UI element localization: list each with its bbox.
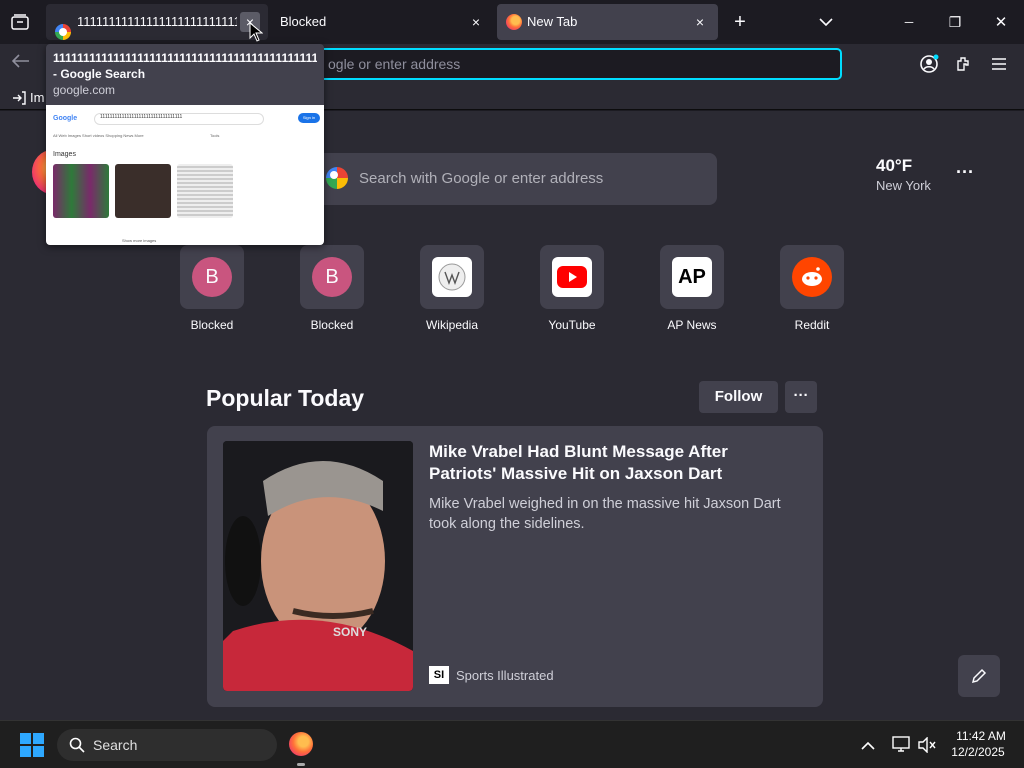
story-card[interactable]: SONY Mike Vrabel Had Blunt Message After… xyxy=(207,426,823,707)
clock-date[interactable]: 12/2/2025 xyxy=(947,745,1009,759)
pencil-icon xyxy=(971,668,987,684)
shortcut-label: AP News xyxy=(667,318,717,332)
preview-image-2 xyxy=(115,164,171,218)
section-heading: Popular Today xyxy=(206,385,365,411)
chevron-up-icon[interactable] xyxy=(861,737,875,755)
blocked-site-icon: B xyxy=(192,257,232,297)
tab-hover-preview: 1111111111111111111111111111111111111111… xyxy=(46,44,324,245)
shortcut-tile-wikipedia[interactable] xyxy=(420,245,484,309)
menu-icon[interactable] xyxy=(991,57,1007,71)
clock-time[interactable]: 11:42 AM xyxy=(955,729,1007,743)
import-bookmarks-label: Im xyxy=(30,90,45,105)
shortcut-label: Reddit xyxy=(794,318,830,332)
shortcut-label: Blocked xyxy=(310,318,354,332)
tab-google-search[interactable]: 1111111111111111111111111111111111 × xyxy=(46,4,268,40)
section-menu-button[interactable]: ··· xyxy=(785,381,817,413)
preview-url: google.com xyxy=(53,83,116,97)
shortcut-tile-youtube[interactable] xyxy=(540,245,604,309)
story-source: Sports Illustrated xyxy=(456,668,554,683)
preview-image-1 xyxy=(53,164,109,218)
close-tab-icon[interactable]: × xyxy=(466,12,486,32)
address-bar[interactable]: ogle or enter address xyxy=(300,48,842,80)
preview-tools: Tools xyxy=(210,133,220,138)
preview-title: 1111111111111111111111111111111111111111… xyxy=(53,51,317,65)
list-all-tabs-button[interactable] xyxy=(812,8,840,36)
active-app-indicator xyxy=(297,763,305,766)
story-title[interactable]: Mike Vrabel Had Blunt Message After Patr… xyxy=(429,441,799,485)
blocked-site-icon: B xyxy=(312,257,352,297)
windows-taskbar: Search 11:42 AM 12/2/2025 xyxy=(0,720,1024,768)
story-source-logo: SI xyxy=(429,666,449,684)
maximize-button[interactable]: ❐ xyxy=(941,8,969,36)
reddit-icon xyxy=(792,257,832,297)
tab-strip: 1111111111111111111111111111111111 × Blo… xyxy=(0,0,1024,44)
mouse-cursor-icon xyxy=(249,22,263,42)
taskbar-search-placeholder: Search xyxy=(93,737,138,753)
shortcut-tile-reddit[interactable] xyxy=(780,245,844,309)
search-icon xyxy=(69,737,85,753)
tab-blocked[interactable]: Blocked × xyxy=(270,4,494,40)
preview-image-3 xyxy=(177,164,233,218)
network-icon[interactable] xyxy=(892,736,910,757)
preview-thumbnail: Google 111111111111111111111111111111111… xyxy=(46,105,324,245)
shortcut-tile-ap-news[interactable]: AP xyxy=(660,245,724,309)
google-icon xyxy=(326,167,348,189)
shortcut-tile-blocked[interactable]: B xyxy=(180,245,244,309)
preview-title-continued: - Google Search xyxy=(53,67,146,81)
weather-temperature: 40°F xyxy=(876,156,913,175)
back-button[interactable] xyxy=(11,54,36,76)
youtube-icon xyxy=(552,257,592,297)
firefox-view-icon[interactable] xyxy=(8,10,32,34)
story-image: SONY xyxy=(223,441,413,691)
story-excerpt: Mike Vrabel weighed in on the massive hi… xyxy=(429,496,781,532)
shortcut-label: YouTube xyxy=(548,318,596,332)
preview-tabs: All Web Images Short videos Shopping New… xyxy=(53,133,144,138)
tab-label: Blocked xyxy=(280,14,327,29)
shortcut-label: Blocked xyxy=(190,318,234,332)
address-bar-placeholder: ogle or enter address xyxy=(328,56,461,72)
google-logo: Google xyxy=(53,115,78,122)
weather-widget[interactable]: 40°F New York xyxy=(876,156,931,193)
minimize-button[interactable]: ─ xyxy=(895,8,923,36)
back-arrow-icon xyxy=(11,54,29,68)
firefox-icon xyxy=(506,14,522,30)
close-window-button[interactable]: ✕ xyxy=(987,8,1015,36)
newtab-search-box[interactable]: Search with Google or enter address xyxy=(314,153,717,205)
import-bookmarks-button[interactable]: Im xyxy=(12,90,44,105)
shortcut-tile-blocked[interactable]: B xyxy=(300,245,364,309)
newtab-search-placeholder: Search with Google or enter address xyxy=(359,170,604,187)
svg-text:SONY: SONY xyxy=(333,625,367,639)
firefox-taskbar-icon[interactable] xyxy=(289,732,313,756)
extensions-icon[interactable] xyxy=(955,55,973,73)
shortcut-label: Wikipedia xyxy=(425,318,479,332)
ap-news-icon: AP xyxy=(672,257,712,297)
volume-muted-icon[interactable] xyxy=(918,736,936,758)
preview-section: Images xyxy=(53,151,76,158)
google-icon xyxy=(55,24,71,40)
close-tab-icon[interactable]: × xyxy=(690,12,710,32)
import-icon xyxy=(13,90,26,105)
weather-menu-button[interactable]: ··· xyxy=(956,162,974,183)
customize-button[interactable] xyxy=(958,655,1000,697)
weather-location: New York xyxy=(876,178,931,193)
tab-new-tab[interactable]: New Tab × xyxy=(497,4,718,40)
preview-signin: Sign in xyxy=(298,113,320,123)
preview-show-more: Show more images xyxy=(122,238,157,243)
tab-label: New Tab xyxy=(527,14,578,29)
tab-label: 1111111111111111111111111111111111 xyxy=(77,14,237,29)
wikipedia-icon xyxy=(432,257,472,297)
new-tab-button[interactable]: + xyxy=(726,8,754,36)
taskbar-search[interactable]: Search xyxy=(57,729,277,761)
account-icon[interactable] xyxy=(919,54,939,74)
preview-query: 1111111111111111111111111111111111 xyxy=(100,114,183,120)
windows-start-icon[interactable] xyxy=(20,733,44,757)
chevron-down-icon xyxy=(819,18,833,26)
follow-button[interactable]: Follow xyxy=(699,381,778,413)
